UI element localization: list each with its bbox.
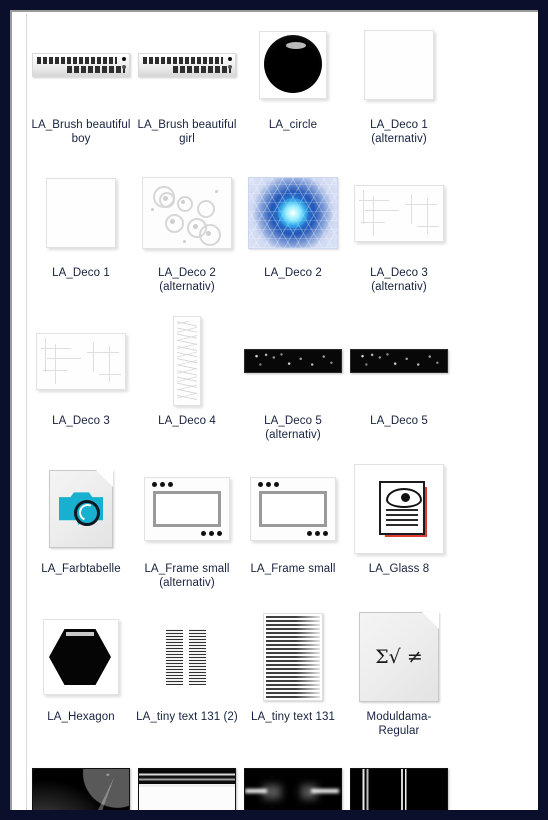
pane-divider bbox=[26, 14, 27, 810]
file-item-la-deco-3[interactable]: LA_Deco 3 bbox=[28, 312, 134, 442]
file-list-pane[interactable]: LA_Brush beautiful boy LA_Brush beautifu… bbox=[10, 10, 538, 810]
faint-grid-lines-icon bbox=[36, 332, 126, 390]
brush-strip-icon bbox=[138, 53, 236, 77]
thumbnail[interactable] bbox=[350, 460, 448, 558]
black-hexagon-icon bbox=[43, 619, 119, 695]
mask-vertical-bars-icon bbox=[350, 768, 448, 810]
thumbnail[interactable] bbox=[32, 164, 130, 262]
font-file-icon: Σ√ ≠ bbox=[359, 612, 439, 702]
tiny-text-columns-icon bbox=[165, 629, 209, 685]
file-item-la-farbtabelle[interactable]: LA_Farbtabelle bbox=[28, 460, 134, 590]
thumbnail[interactable] bbox=[32, 16, 130, 114]
camera-document-icon bbox=[49, 470, 113, 548]
mask-stripes-icon bbox=[138, 768, 236, 810]
file-label: LA_circle bbox=[268, 119, 318, 131]
file-item-la-deco-1-alternativ[interactable]: LA_Deco 1 (alternativ) bbox=[346, 16, 452, 146]
file-label: Moduldama-Regular bbox=[366, 711, 432, 737]
file-item-la-deco-2[interactable]: LA_Deco 2 bbox=[240, 164, 346, 294]
thumbnail[interactable] bbox=[138, 16, 236, 114]
file-item-narah-mask-1092[interactable]: Narah_Mask_1092 bbox=[28, 756, 134, 810]
thumbnail[interactable] bbox=[32, 460, 130, 558]
thumbnail[interactable] bbox=[32, 312, 130, 410]
file-item-la-glass-8[interactable]: LA_Glass 8 bbox=[346, 460, 452, 590]
thumbnail[interactable]: Σ√ ≠ bbox=[350, 608, 448, 706]
file-label: LA_Brush beautiful boy bbox=[31, 119, 131, 145]
icon-grid[interactable]: LA_Brush beautiful boy LA_Brush beautifu… bbox=[28, 16, 538, 810]
file-item-la-hexagon[interactable]: LA_Hexagon bbox=[28, 608, 134, 738]
file-item-la-tiny-text-131[interactable]: LA_tiny text 131 bbox=[240, 608, 346, 738]
file-item-la-deco-4[interactable]: LA_Deco 4 bbox=[134, 312, 240, 442]
file-label: LA_Deco 5 bbox=[370, 415, 428, 427]
file-item-la-circle[interactable]: LA_circle bbox=[240, 16, 346, 146]
file-label: LA_Deco 2 (alternativ) bbox=[158, 267, 216, 293]
file-label: LA_Deco 5 (alternativ) bbox=[264, 415, 322, 441]
blank-white-icon bbox=[364, 30, 434, 100]
thumbnail[interactable] bbox=[32, 608, 130, 706]
file-item-narah-mask-1259[interactable]: Narah_Mask_1259 bbox=[240, 756, 346, 810]
eye-document-icon bbox=[354, 464, 444, 554]
picture-frame-icon bbox=[250, 477, 336, 541]
thumbnail[interactable] bbox=[244, 16, 342, 114]
thumbnail[interactable] bbox=[350, 756, 448, 810]
black-sparkle-strip-icon bbox=[244, 349, 342, 373]
tiny-text-page-icon bbox=[263, 613, 323, 701]
file-label: LA_Deco 4 bbox=[158, 415, 216, 427]
mask-swirl-icon bbox=[32, 768, 130, 810]
thumbnail[interactable] bbox=[350, 164, 448, 262]
file-label: LA_Frame small bbox=[250, 563, 336, 575]
file-label: LA_Deco 1 bbox=[52, 267, 110, 279]
file-item-narah-mask-1335[interactable]: Narah_Mask_1335 bbox=[346, 756, 452, 810]
file-label: LA_Deco 3 bbox=[52, 415, 110, 427]
file-label: LA_Farbtabelle bbox=[41, 563, 121, 575]
file-item-la-deco-2-alternativ[interactable]: LA_Deco 2 (alternativ) bbox=[134, 164, 240, 294]
thumbnail[interactable] bbox=[244, 756, 342, 810]
blue-star-mesh-icon bbox=[248, 177, 338, 249]
faint-rings-icon bbox=[142, 177, 232, 249]
font-preview-glyphs: Σ√ ≠ bbox=[375, 646, 423, 668]
thumbnail[interactable] bbox=[350, 312, 448, 410]
black-circle-icon bbox=[259, 31, 327, 99]
file-item-la-frame-small-alternativ[interactable]: LA_Frame small (alternativ) bbox=[134, 460, 240, 590]
file-label: LA_Glass 8 bbox=[368, 563, 430, 575]
file-item-la-brush-beautiful-boy[interactable]: LA_Brush beautiful boy bbox=[28, 16, 134, 146]
thumbnail[interactable] bbox=[350, 16, 448, 114]
file-label: LA_tiny text 131 bbox=[250, 711, 336, 723]
thumbnail[interactable] bbox=[138, 164, 236, 262]
file-item-la-deco-1[interactable]: LA_Deco 1 bbox=[28, 164, 134, 294]
file-label: LA_Frame small (alternativ) bbox=[144, 563, 230, 589]
brush-strip-icon bbox=[32, 53, 130, 77]
picture-frame-icon bbox=[144, 477, 230, 541]
explorer-window: LA_Brush beautiful boy LA_Brush beautifu… bbox=[0, 0, 548, 820]
black-sparkle-strip-icon bbox=[350, 349, 448, 373]
thumbnail[interactable] bbox=[32, 756, 130, 810]
faint-grid-lines-icon bbox=[354, 184, 444, 242]
thumbnail[interactable] bbox=[244, 460, 342, 558]
file-item-la-deco-5-alternativ[interactable]: LA_Deco 5 (alternativ) bbox=[240, 312, 346, 442]
mask-blocks-icon bbox=[244, 768, 342, 810]
file-label: LA_Brush beautiful girl bbox=[137, 119, 237, 145]
file-item-la-frame-small[interactable]: LA_Frame small bbox=[240, 460, 346, 590]
thumbnail[interactable] bbox=[244, 312, 342, 410]
file-item-la-deco-5[interactable]: LA_Deco 5 bbox=[346, 312, 452, 442]
file-item-moduldama-regular[interactable]: Σ√ ≠ Moduldama-Regular bbox=[346, 608, 452, 738]
blank-white-icon bbox=[46, 178, 116, 248]
thumbnail[interactable] bbox=[138, 312, 236, 410]
file-item-narah-mask-1206[interactable]: Narah_Mask_1206 bbox=[134, 756, 240, 810]
file-item-la-tiny-text-131-2[interactable]: LA_tiny text 131 (2) bbox=[134, 608, 240, 738]
tall-faint-strokes-icon bbox=[173, 316, 201, 406]
thumbnail[interactable] bbox=[138, 460, 236, 558]
thumbnail[interactable] bbox=[138, 756, 236, 810]
thumbnail[interactable] bbox=[244, 608, 342, 706]
file-item-la-deco-3-alternativ[interactable]: LA_Deco 3 (alternativ) bbox=[346, 164, 452, 294]
thumbnail[interactable] bbox=[244, 164, 342, 262]
file-label: LA_Deco 1 (alternativ) bbox=[370, 119, 428, 145]
file-label: LA_Hexagon bbox=[47, 711, 115, 723]
file-label: LA_tiny text 131 (2) bbox=[136, 711, 238, 723]
thumbnail[interactable] bbox=[138, 608, 236, 706]
file-label: LA_Deco 2 bbox=[264, 267, 322, 279]
file-item-la-brush-beautiful-girl[interactable]: LA_Brush beautiful girl bbox=[134, 16, 240, 146]
file-label: LA_Deco 3 (alternativ) bbox=[370, 267, 428, 293]
